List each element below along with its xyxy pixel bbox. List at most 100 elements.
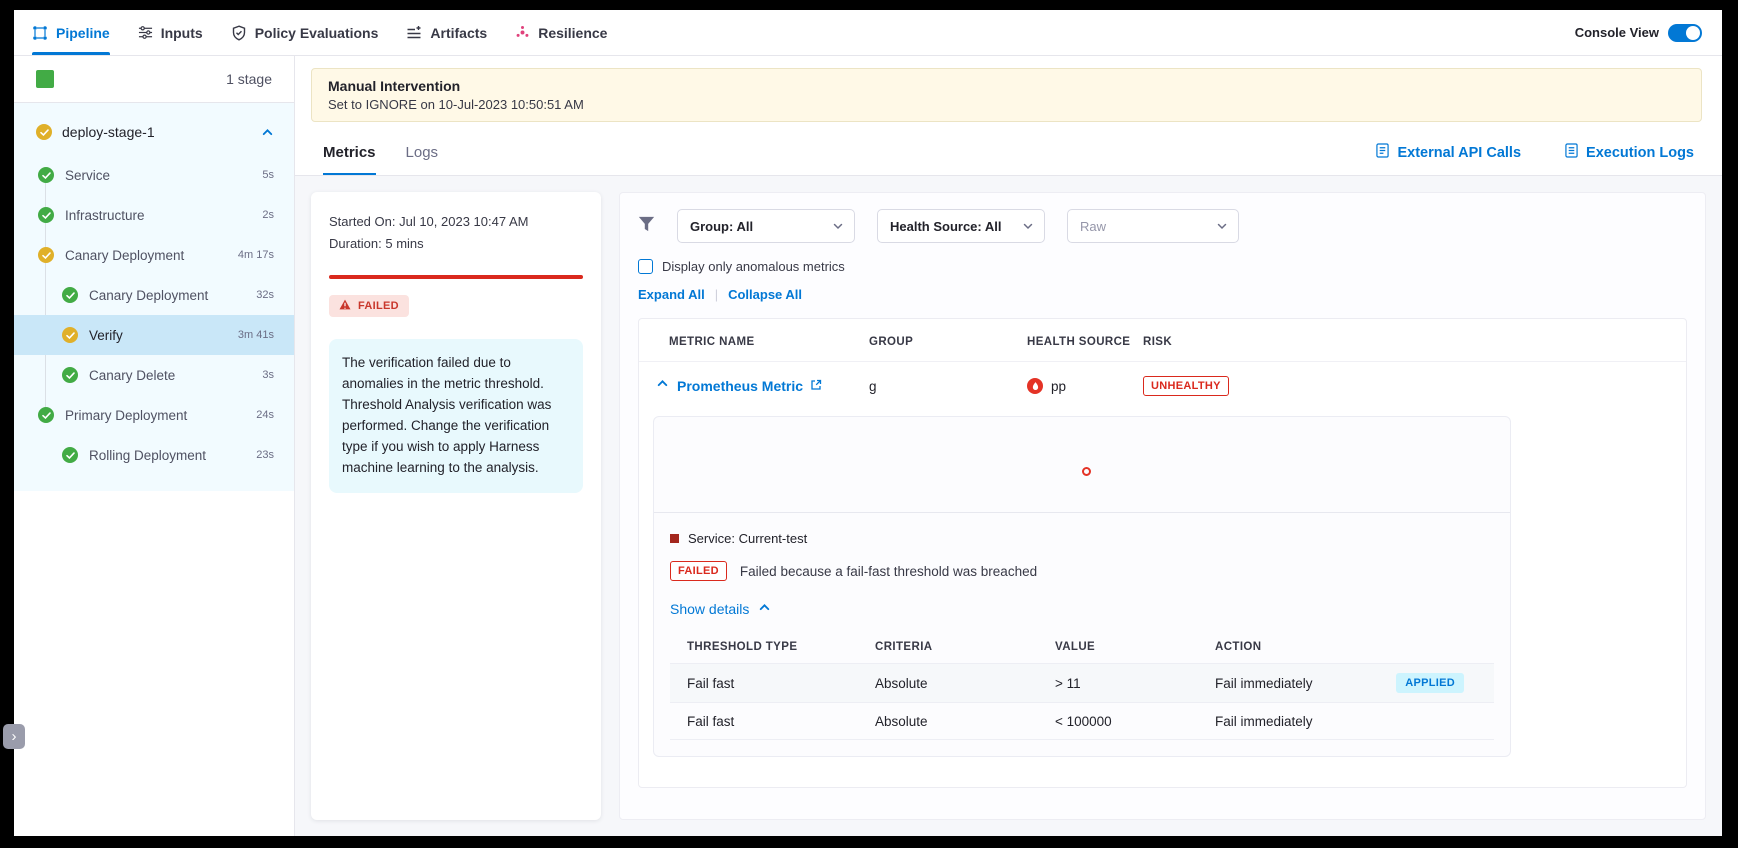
expand-all-link[interactable]: Expand All <box>638 287 705 302</box>
step-label: Primary Deployment <box>65 408 187 423</box>
chevron-down-icon <box>822 220 844 232</box>
failure-reason-row: FAILED Failed because a fail-fast thresh… <box>670 561 1494 581</box>
step-row-service[interactable]: Service 5s <box>14 155 294 195</box>
raw-filter-select[interactable]: Raw <box>1067 209 1239 243</box>
step-row-canary-delete[interactable]: Canary Delete 3s <box>14 355 294 395</box>
metric-group-value: g <box>869 379 1027 394</box>
duration-label: Duration: 5 mins <box>329 236 583 251</box>
column-header-value: VALUE <box>1055 641 1215 653</box>
metric-chart <box>654 417 1510 513</box>
manual-intervention-banner: Manual Intervention Set to IGNORE on 10-… <box>311 68 1702 122</box>
step-label: Canary Delete <box>89 368 175 383</box>
step-row-primary-deployment[interactable]: Primary Deployment 24s <box>14 395 294 435</box>
column-header-metric-name: METRIC NAME <box>669 336 869 348</box>
resilience-icon <box>515 25 530 40</box>
step-row-canary-deployment-group[interactable]: Canary Deployment 4m 17s <box>14 235 294 275</box>
nav-tab-resilience[interactable]: Resilience <box>515 10 607 55</box>
action-value: Fail immediately <box>1215 676 1313 691</box>
health-source-icon <box>1027 378 1043 394</box>
chevron-down-icon <box>1206 220 1228 232</box>
collapse-row-chevron-up-icon[interactable] <box>656 377 669 395</box>
content-tabs-row: Metrics Logs External API Calls <box>295 130 1722 176</box>
show-details-toggle[interactable]: Show details <box>670 601 1494 617</box>
threshold-row: Fail fast Absolute < 100000 Fail immedia… <box>670 702 1494 740</box>
group-filter-select[interactable]: Group: All <box>677 209 855 243</box>
metrics-table-header: METRIC NAME GROUP HEALTH SOURCE RISK <box>639 319 1686 361</box>
step-duration: 23s <box>256 449 274 461</box>
threshold-value: < 100000 <box>1055 714 1215 729</box>
metrics-table-card: METRIC NAME GROUP HEALTH SOURCE RISK <box>638 318 1687 788</box>
warning-check-icon <box>38 247 54 263</box>
step-label: Canary Deployment <box>65 248 184 263</box>
execution-sidebar: 1 stage deploy-stage-1 Servic <box>14 56 295 836</box>
step-duration: 2s <box>262 209 274 221</box>
nav-tab-policy-evaluations[interactable]: Policy Evaluations <box>231 10 379 55</box>
external-api-calls-link[interactable]: External API Calls <box>1376 143 1521 162</box>
stage-status-square <box>36 70 54 88</box>
step-label: Verify <box>89 328 123 343</box>
anomalous-metrics-checkbox[interactable] <box>638 259 653 274</box>
nav-tab-artifacts[interactable]: Artifacts <box>406 10 487 55</box>
artifacts-icon <box>406 25 422 41</box>
show-details-label: Show details <box>670 601 749 617</box>
app-window: Pipeline Inputs Policy Evaluations Artif… <box>14 10 1722 836</box>
column-header-health-source: HEALTH SOURCE <box>1027 336 1143 348</box>
step-duration: 24s <box>256 409 274 421</box>
inputs-icon <box>138 25 153 40</box>
legend-label: Service: Current-test <box>688 531 807 546</box>
external-link-icon <box>810 378 822 394</box>
failed-progress-bar <box>329 275 583 279</box>
success-check-icon <box>62 447 78 463</box>
anomalous-metrics-checkbox-row: Display only anomalous metrics <box>638 259 1687 274</box>
step-duration: 4m 17s <box>238 249 274 261</box>
stage-status-icon <box>36 124 52 140</box>
main-content: Manual Intervention Set to IGNORE on 10-… <box>295 56 1722 836</box>
health-source-filter-value: Health Source: All <box>890 219 1001 234</box>
execution-logs-link[interactable]: Execution Logs <box>1565 143 1694 162</box>
tab-label: Metrics <box>323 144 376 161</box>
step-row-verify[interactable]: Verify 3m 41s <box>14 315 294 355</box>
nav-tab-label: Inputs <box>161 25 203 41</box>
raw-filter-placeholder: Raw <box>1080 219 1106 234</box>
banner-title: Manual Intervention <box>328 78 1685 94</box>
criteria-value: Absolute <box>875 676 1055 691</box>
link-separator: | <box>715 287 718 302</box>
step-duration: 3s <box>262 369 274 381</box>
nav-tab-label: Pipeline <box>56 25 110 41</box>
collapse-all-link[interactable]: Collapse All <box>728 287 802 302</box>
applied-badge: APPLIED <box>1396 673 1464 693</box>
column-header-threshold-type: THRESHOLD TYPE <box>687 641 875 653</box>
console-view-toggle[interactable] <box>1668 24 1702 42</box>
action-value: Fail immediately <box>1215 714 1313 729</box>
tab-metrics[interactable]: Metrics <box>323 130 376 175</box>
stage-header[interactable]: deploy-stage-1 <box>14 109 294 155</box>
health-source-filter-select[interactable]: Health Source: All <box>877 209 1045 243</box>
sidebar-header: 1 stage <box>14 56 294 103</box>
criteria-value: Absolute <box>875 714 1055 729</box>
column-header-action: ACTION <box>1215 641 1494 653</box>
nav-tab-label: Policy Evaluations <box>255 25 379 41</box>
console-view-control: Console View <box>1575 24 1702 42</box>
thresholds-table: THRESHOLD TYPE CRITERIA VALUE ACTION Fai… <box>670 633 1494 740</box>
execution-logs-label: Execution Logs <box>1586 145 1694 161</box>
sidebar-expand-handle[interactable]: › <box>3 724 25 749</box>
stage-count-label: 1 stage <box>226 71 272 87</box>
nav-tab-inputs[interactable]: Inputs <box>138 10 203 55</box>
tab-logs[interactable]: Logs <box>406 130 439 175</box>
failed-status-label: FAILED <box>358 300 399 312</box>
nav-tab-pipeline[interactable]: Pipeline <box>32 10 110 55</box>
failure-reason-text: Failed because a fail-fast threshold was… <box>740 564 1037 579</box>
metric-row-prometheus: Prometheus Metric g <box>639 361 1686 410</box>
threshold-row: Fail fast Absolute > 11 Fail immediately… <box>670 663 1494 702</box>
metric-name-link[interactable]: Prometheus Metric <box>677 378 822 394</box>
step-label: Canary Deployment <box>89 288 208 303</box>
step-row-infrastructure[interactable]: Infrastructure 2s <box>14 195 294 235</box>
health-source-value: pp <box>1051 379 1066 394</box>
step-row-rolling-deployment[interactable]: Rolling Deployment 23s <box>14 435 294 475</box>
step-label: Infrastructure <box>65 208 145 223</box>
step-duration: 5s <box>262 169 274 181</box>
chevron-up-icon[interactable] <box>261 126 274 139</box>
step-label: Service <box>65 168 110 183</box>
success-check-icon <box>62 287 78 303</box>
step-row-canary-deployment[interactable]: Canary Deployment 32s <box>14 275 294 315</box>
